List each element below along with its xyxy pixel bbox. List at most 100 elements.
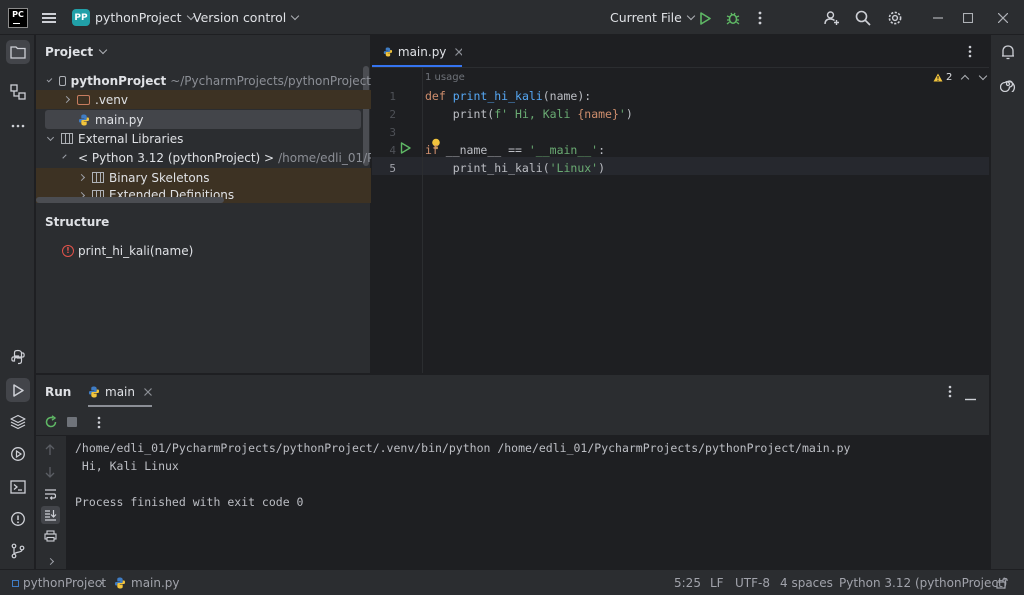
run-button[interactable] — [695, 8, 715, 28]
editor-tabs-more-icon[interactable] — [968, 45, 972, 61]
run-config-selector[interactable]: Current File — [610, 0, 696, 35]
stop-icon[interactable] — [67, 417, 77, 427]
project-badge[interactable]: PP — [72, 9, 90, 26]
run-more-icon[interactable] — [97, 416, 101, 432]
console-line: Process finished with exit code 0 — [75, 495, 304, 509]
library-icon — [61, 133, 73, 144]
editor-tab-main-py[interactable]: main.py — [372, 35, 462, 68]
tree-item-external-libraries[interactable]: External Libraries — [36, 129, 371, 148]
python-file-icon — [88, 386, 100, 397]
soft-wrap-icon[interactable] — [44, 488, 57, 503]
run-gutter-play-icon[interactable] — [400, 142, 411, 157]
play-icon — [700, 11, 711, 25]
add-user-icon[interactable] — [822, 8, 842, 28]
indent-setting[interactable]: 4 spaces — [780, 570, 833, 595]
vcs-label: Version control — [193, 10, 287, 25]
arrow-down-icon[interactable] — [45, 466, 55, 481]
right-tool-window-bar — [990, 35, 1024, 569]
tree-item-python-sdk[interactable]: < Python 3.12 (pythonProject) > /home/ed… — [36, 148, 371, 167]
chevron-right-icon — [77, 173, 86, 182]
git-tool-button[interactable] — [6, 539, 30, 563]
chevron-down-icon[interactable] — [979, 71, 988, 80]
maximize-window-icon[interactable] — [958, 8, 978, 28]
breadcrumb-separator-icon — [97, 570, 103, 595]
structure-item-function[interactable]: ! print_hi_kali(name) — [36, 241, 371, 260]
line-number: 2 — [389, 108, 396, 121]
more-actions-icon[interactable] — [750, 8, 770, 28]
expand-chevron-right-icon[interactable] — [46, 553, 55, 567]
library-icon — [92, 172, 104, 183]
tree-item-binary-skeletons[interactable]: Binary Skeletons — [36, 168, 371, 187]
structure-item-label: print_hi_kali(name) — [78, 243, 194, 258]
run-tab-label: main — [105, 384, 135, 399]
gutter-separator — [422, 68, 423, 373]
run-tool-window: Run main /home/edli_01/PycharmProjects/p… — [36, 374, 989, 570]
folder-icon — [58, 75, 66, 86]
terminal-tool-button[interactable] — [6, 475, 30, 499]
structure-tool-button[interactable] — [6, 80, 30, 104]
close-tab-icon[interactable] — [455, 47, 462, 56]
left-tool-window-bar — [0, 35, 35, 569]
settings-gear-icon[interactable] — [885, 8, 905, 28]
chevron-down-icon — [62, 153, 67, 159]
tree-item-project-root[interactable]: pythonProject ~/PycharmProjects/pythonPr… — [36, 71, 371, 90]
code-line-4: if __name__ == '__main__': — [425, 143, 606, 157]
chevron-up-icon[interactable] — [961, 74, 970, 83]
unlock-icon[interactable] — [996, 570, 1008, 595]
python-interpreter[interactable]: Python 3.12 (pythonProject) — [839, 570, 1007, 595]
version-control-menu[interactable]: Version control — [193, 0, 300, 35]
chevron-down-icon — [686, 11, 696, 20]
run-panel-options-icon[interactable] — [948, 385, 952, 401]
tree-item-main-py[interactable]: main.py — [45, 110, 361, 129]
problems-tool-button[interactable] — [6, 507, 30, 531]
active-run-tab-indicator — [88, 405, 152, 407]
file-encoding[interactable]: UTF-8 — [735, 570, 770, 595]
notifications-bell-icon[interactable] — [996, 40, 1020, 64]
structure-icon — [10, 84, 26, 100]
tree-horizontal-scrollbar[interactable] — [36, 197, 224, 203]
ai-assistant-spiral-icon[interactable] — [996, 72, 1020, 96]
close-window-icon[interactable] — [993, 8, 1013, 28]
more-tools-icon[interactable] — [6, 114, 30, 138]
chevron-down-icon — [46, 133, 55, 141]
pycharm-logo-icon[interactable]: PC — [8, 8, 28, 28]
breadcrumb-file[interactable]: main.py — [114, 570, 180, 595]
usage-hint[interactable]: 1 usage — [425, 72, 465, 83]
console-line: /home/edli_01/PycharmProjects/pythonProj… — [75, 441, 851, 455]
line-number: 4 — [389, 144, 396, 157]
warning-icon — [933, 73, 943, 82]
print-icon[interactable] — [44, 530, 57, 545]
breadcrumb-project[interactable]: pythonProject — [12, 570, 106, 595]
layers-tool-button[interactable] — [6, 410, 30, 434]
caret-position[interactable]: 5:25 — [674, 570, 701, 595]
line-separator[interactable]: LF — [710, 570, 724, 595]
play-icon — [13, 383, 24, 397]
scroll-to-end-button[interactable] — [41, 506, 60, 524]
project-selector[interactable]: pythonProject — [95, 0, 195, 35]
python-packages-tool-button[interactable] — [6, 345, 30, 369]
tree-item-label: pythonProject — [70, 73, 167, 88]
project-tool-button[interactable] — [6, 40, 30, 64]
debug-button[interactable] — [723, 8, 743, 28]
inspection-widget[interactable]: 2 — [933, 71, 988, 83]
layers-icon — [10, 414, 26, 430]
run-config-label: Current File — [610, 10, 682, 25]
arrow-up-icon[interactable] — [45, 444, 55, 459]
tree-item-venv[interactable]: .venv — [36, 90, 371, 109]
breadcrumb-file-label: main.py — [131, 576, 180, 590]
run-console-output[interactable]: /home/edli_01/PycharmProjects/pythonProj… — [66, 436, 989, 570]
run-tab-main[interactable]: main — [88, 375, 152, 408]
code-editor[interactable]: main.py 1 usage 2 1 2 3 4 5 def print_hi… — [372, 35, 989, 373]
chevron-right-icon — [62, 95, 71, 104]
rerun-icon[interactable] — [44, 415, 58, 432]
main-menu-hamburger-icon[interactable] — [42, 0, 58, 35]
run-tool-button[interactable] — [6, 378, 30, 402]
close-tab-icon[interactable] — [144, 387, 152, 396]
services-tool-button[interactable] — [6, 442, 30, 466]
minimize-window-icon[interactable] — [928, 8, 948, 28]
project-tool-window: Project pythonProject ~/PycharmProjects/… — [36, 35, 371, 373]
python-icon — [11, 349, 25, 365]
hide-panel-icon[interactable] — [965, 390, 976, 404]
project-panel-header[interactable]: Project — [45, 45, 108, 59]
search-icon[interactable] — [853, 8, 873, 28]
